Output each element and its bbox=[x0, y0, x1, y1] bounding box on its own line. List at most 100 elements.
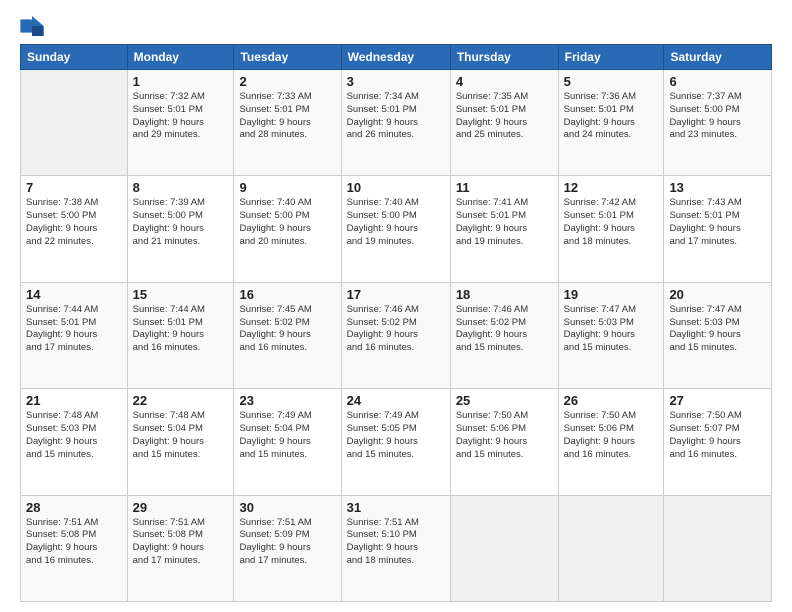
day-info: Sunrise: 7:47 AMSunset: 5:03 PMDaylight:… bbox=[564, 304, 659, 355]
day-info: Sunrise: 7:41 AMSunset: 5:01 PMDaylight:… bbox=[456, 197, 553, 248]
calendar-cell: 31Sunrise: 7:51 AMSunset: 5:10 PMDayligh… bbox=[341, 495, 450, 601]
day-number: 11 bbox=[456, 180, 553, 195]
day-number: 23 bbox=[239, 393, 335, 408]
day-number: 14 bbox=[26, 287, 122, 302]
calendar-cell bbox=[450, 495, 558, 601]
calendar-cell: 7 Sunrise: 7:38 AMSunset: 5:00 PMDaylight… bbox=[21, 176, 128, 282]
calendar-cell: 5 Sunrise: 7:36 AMSunset: 5:01 PMDaylight… bbox=[558, 70, 664, 176]
day-info: Sunrise: 7:51 AMSunset: 5:08 PMDaylight:… bbox=[133, 517, 229, 568]
calendar-header-row: SundayMondayTuesdayWednesdayThursdayFrid… bbox=[21, 45, 772, 70]
day-info: Sunrise: 7:50 AMSunset: 5:06 PMDaylight:… bbox=[456, 410, 553, 461]
calendar-cell: 13Sunrise: 7:43 AMSunset: 5:01 PMDayligh… bbox=[664, 176, 772, 282]
day-number: 17 bbox=[347, 287, 445, 302]
calendar-cell: 21 Sunrise: 7:48 AMSunset: 5:03 PMDayligh… bbox=[21, 389, 128, 495]
calendar-cell bbox=[558, 495, 664, 601]
day-number: 15 bbox=[133, 287, 229, 302]
day-info: Sunrise: 7:48 AMSunset: 5:03 PMDaylight:… bbox=[26, 410, 122, 461]
calendar-cell: 8 Sunrise: 7:39 AMSunset: 5:00 PMDaylight… bbox=[127, 176, 234, 282]
day-info: Sunrise: 7:40 AMSunset: 5:00 PMDaylight:… bbox=[239, 197, 335, 248]
calendar-cell: 3 Sunrise: 7:34 AMSunset: 5:01 PMDaylight… bbox=[341, 70, 450, 176]
day-info: Sunrise: 7:48 AMSunset: 5:04 PMDaylight:… bbox=[133, 410, 229, 461]
day-number: 28 bbox=[26, 500, 122, 515]
day-number: 7 bbox=[26, 180, 122, 195]
day-number: 6 bbox=[669, 74, 766, 89]
calendar-cell: 1Sunrise: 7:32 AMSunset: 5:01 PMDaylight… bbox=[127, 70, 234, 176]
day-number: 16 bbox=[239, 287, 335, 302]
day-info: Sunrise: 7:36 AMSunset: 5:01 PMDaylight:… bbox=[564, 91, 659, 142]
day-number: 21 bbox=[26, 393, 122, 408]
calendar-cell: 17 Sunrise: 7:46 AMSunset: 5:02 PMDayligh… bbox=[341, 282, 450, 388]
day-number: 12 bbox=[564, 180, 659, 195]
calendar-cell: 28Sunrise: 7:51 AMSunset: 5:08 PMDayligh… bbox=[21, 495, 128, 601]
calendar-week-row: 21 Sunrise: 7:48 AMSunset: 5:03 PMDayligh… bbox=[21, 389, 772, 495]
day-info: Sunrise: 7:35 AMSunset: 5:01 PMDaylight:… bbox=[456, 91, 553, 142]
logo-icon bbox=[20, 16, 44, 36]
day-number: 26 bbox=[564, 393, 659, 408]
day-number: 31 bbox=[347, 500, 445, 515]
calendar-cell bbox=[664, 495, 772, 601]
logo bbox=[20, 16, 48, 36]
day-info: Sunrise: 7:45 AMSunset: 5:02 PMDaylight:… bbox=[239, 304, 335, 355]
calendar-cell: 18 Sunrise: 7:46 AMSunset: 5:02 PMDayligh… bbox=[450, 282, 558, 388]
day-number: 9 bbox=[239, 180, 335, 195]
calendar-cell: 23 Sunrise: 7:49 AMSunset: 5:04 PMDayligh… bbox=[234, 389, 341, 495]
calendar-header-thursday: Thursday bbox=[450, 45, 558, 70]
day-info: Sunrise: 7:51 AMSunset: 5:09 PMDaylight:… bbox=[239, 517, 335, 568]
day-number: 8 bbox=[133, 180, 229, 195]
calendar-cell: 25 Sunrise: 7:50 AMSunset: 5:06 PMDayligh… bbox=[450, 389, 558, 495]
day-info: Sunrise: 7:34 AMSunset: 5:01 PMDaylight:… bbox=[347, 91, 445, 142]
day-number: 30 bbox=[239, 500, 335, 515]
day-number: 25 bbox=[456, 393, 553, 408]
calendar-cell: 6 Sunrise: 7:37 AMSunset: 5:00 PMDaylight… bbox=[664, 70, 772, 176]
calendar-header-saturday: Saturday bbox=[664, 45, 772, 70]
calendar-cell: 16 Sunrise: 7:45 AMSunset: 5:02 PMDayligh… bbox=[234, 282, 341, 388]
calendar-cell: 10Sunrise: 7:40 AMSunset: 5:00 PMDayligh… bbox=[341, 176, 450, 282]
day-number: 22 bbox=[133, 393, 229, 408]
calendar-week-row: 28 Sunrise: 7:51 AMSunset: 5:08 PMDayligh… bbox=[21, 495, 772, 601]
day-number: 5 bbox=[564, 74, 659, 89]
day-info: Sunrise: 7:42 AMSunset: 5:01 PMDaylight:… bbox=[564, 197, 659, 248]
day-number: 3 bbox=[347, 74, 445, 89]
calendar-cell: 9 Sunrise: 7:40 AMSunset: 5:00 PMDaylight… bbox=[234, 176, 341, 282]
calendar-cell: 30 Sunrise: 7:51 AMSunset: 5:09 PMDayligh… bbox=[234, 495, 341, 601]
day-number: 4 bbox=[456, 74, 553, 89]
header bbox=[20, 16, 772, 36]
calendar-cell: 14Sunrise: 7:44 AMSunset: 5:01 PMDayligh… bbox=[21, 282, 128, 388]
page-container: SundayMondayTuesdayWednesdayThursdayFrid… bbox=[0, 0, 792, 612]
day-info: Sunrise: 7:46 AMSunset: 5:02 PMDaylight:… bbox=[456, 304, 553, 355]
calendar-cell: 22 Sunrise: 7:48 AMSunset: 5:04 PMDayligh… bbox=[127, 389, 234, 495]
calendar-cell: 15 Sunrise: 7:44 AMSunset: 5:01 PMDayligh… bbox=[127, 282, 234, 388]
calendar-cell: 20Sunrise: 7:47 AMSunset: 5:03 PMDayligh… bbox=[664, 282, 772, 388]
calendar-header-wednesday: Wednesday bbox=[341, 45, 450, 70]
day-info: Sunrise: 7:38 AMSunset: 5:00 PMDaylight:… bbox=[26, 197, 122, 248]
day-number: 24 bbox=[347, 393, 445, 408]
calendar-header-tuesday: Tuesday bbox=[234, 45, 341, 70]
calendar-cell: 12 Sunrise: 7:42 AMSunset: 5:01 PMDayligh… bbox=[558, 176, 664, 282]
calendar-week-row: 7 Sunrise: 7:38 AMSunset: 5:00 PMDaylight… bbox=[21, 176, 772, 282]
calendar-cell: 24 Sunrise: 7:49 AMSunset: 5:05 PMDayligh… bbox=[341, 389, 450, 495]
calendar-cell: 19 Sunrise: 7:47 AMSunset: 5:03 PMDayligh… bbox=[558, 282, 664, 388]
day-number: 29 bbox=[133, 500, 229, 515]
day-info: Sunrise: 7:49 AMSunset: 5:05 PMDaylight:… bbox=[347, 410, 445, 461]
calendar-week-row: 1Sunrise: 7:32 AMSunset: 5:01 PMDaylight… bbox=[21, 70, 772, 176]
day-number: 2 bbox=[239, 74, 335, 89]
day-number: 18 bbox=[456, 287, 553, 302]
day-info: Sunrise: 7:47 AMSunset: 5:03 PMDaylight:… bbox=[669, 304, 766, 355]
day-info: Sunrise: 7:37 AMSunset: 5:00 PMDaylight:… bbox=[669, 91, 766, 142]
day-number: 1 bbox=[133, 74, 229, 89]
day-info: Sunrise: 7:49 AMSunset: 5:04 PMDaylight:… bbox=[239, 410, 335, 461]
calendar-week-row: 14 Sunrise: 7:44 AMSunset: 5:01 PMDayligh… bbox=[21, 282, 772, 388]
calendar-header-sunday: Sunday bbox=[21, 45, 128, 70]
day-number: 19 bbox=[564, 287, 659, 302]
day-info: Sunrise: 7:39 AMSunset: 5:00 PMDaylight:… bbox=[133, 197, 229, 248]
day-number: 13 bbox=[669, 180, 766, 195]
day-number: 27 bbox=[669, 393, 766, 408]
calendar-cell: 2 Sunrise: 7:33 AMSunset: 5:01 PMDaylight… bbox=[234, 70, 341, 176]
day-info: Sunrise: 7:50 AMSunset: 5:07 PMDaylight:… bbox=[669, 410, 766, 461]
calendar-cell: 27 Sunrise: 7:50 AMSunset: 5:07 PMDayligh… bbox=[664, 389, 772, 495]
day-info: Sunrise: 7:46 AMSunset: 5:02 PMDaylight:… bbox=[347, 304, 445, 355]
day-info: Sunrise: 7:44 AMSunset: 5:01 PMDaylight:… bbox=[133, 304, 229, 355]
day-info: Sunrise: 7:33 AMSunset: 5:01 PMDaylight:… bbox=[239, 91, 335, 142]
calendar-cell: 11 Sunrise: 7:41 AMSunset: 5:01 PMDayligh… bbox=[450, 176, 558, 282]
calendar-cell: 29 Sunrise: 7:51 AMSunset: 5:08 PMDayligh… bbox=[127, 495, 234, 601]
